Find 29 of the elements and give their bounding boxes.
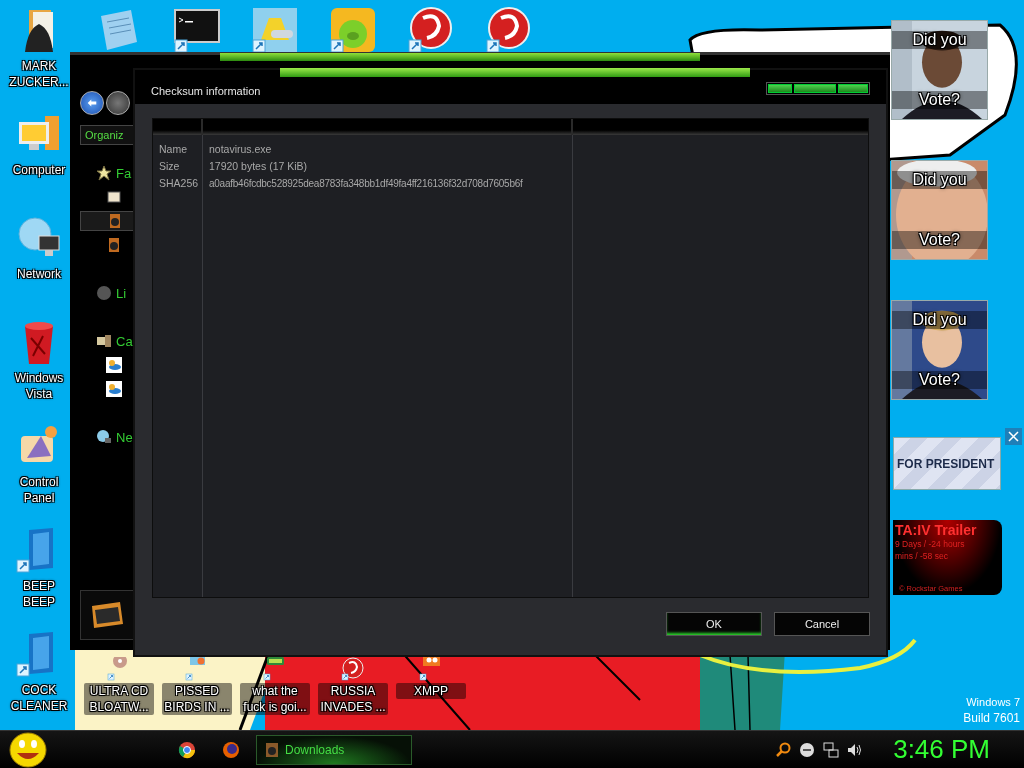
gadget-text: Did you — [892, 31, 987, 49]
icon-label: Control Panel — [18, 474, 60, 506]
gadget-text: FOR PRESIDENT — [896, 456, 995, 471]
icon-label: BEEP BEEP — [22, 578, 56, 610]
table-cell-text: SHA256 — [158, 176, 200, 191]
icon-label: Computer — [11, 162, 67, 178]
build-text: Build 7601 — [963, 710, 1020, 726]
countdown-text: 9 Days / -24 hours — [895, 538, 966, 550]
table-cell-text: notavirus.exe — [208, 142, 273, 157]
gadget-text: Did you — [892, 311, 987, 329]
icon-label: Network — [16, 266, 62, 282]
icon-label: RUSSIA INVADES ... — [318, 683, 388, 715]
countdown-text: mins / -58 sec — [895, 550, 949, 562]
gadget-title: TA:IV Trailer — [895, 522, 978, 538]
icon-label: Windows Vista — [13, 370, 65, 402]
icon-label: PISSED BIRDS IN ... — [162, 683, 232, 715]
gadget-text: Vote? — [892, 371, 987, 389]
table-cell-text: a0aafb46fcdbc528925dea8783fa348bb1df49fa4ff216136f32d708d7605b6f — [208, 177, 524, 191]
window-title: Checksum information — [151, 85, 261, 97]
table-cell-text: Name — [158, 142, 188, 157]
icon-label: MARK ZUCKER... — [8, 58, 70, 90]
icon-label: XMPP — [396, 683, 466, 699]
icon-label: ULTRA CD BLOATW... — [84, 683, 154, 715]
build-text: Windows 7 — [966, 695, 1020, 710]
gadget-text: Vote? — [892, 231, 987, 249]
gadget-text: Did you — [892, 171, 987, 189]
table-cell-text: Size — [158, 159, 181, 174]
icon-label: COCK CLEANER — [9, 682, 69, 714]
table-cell-text: 17920 bytes (17 KiB) — [208, 159, 309, 174]
